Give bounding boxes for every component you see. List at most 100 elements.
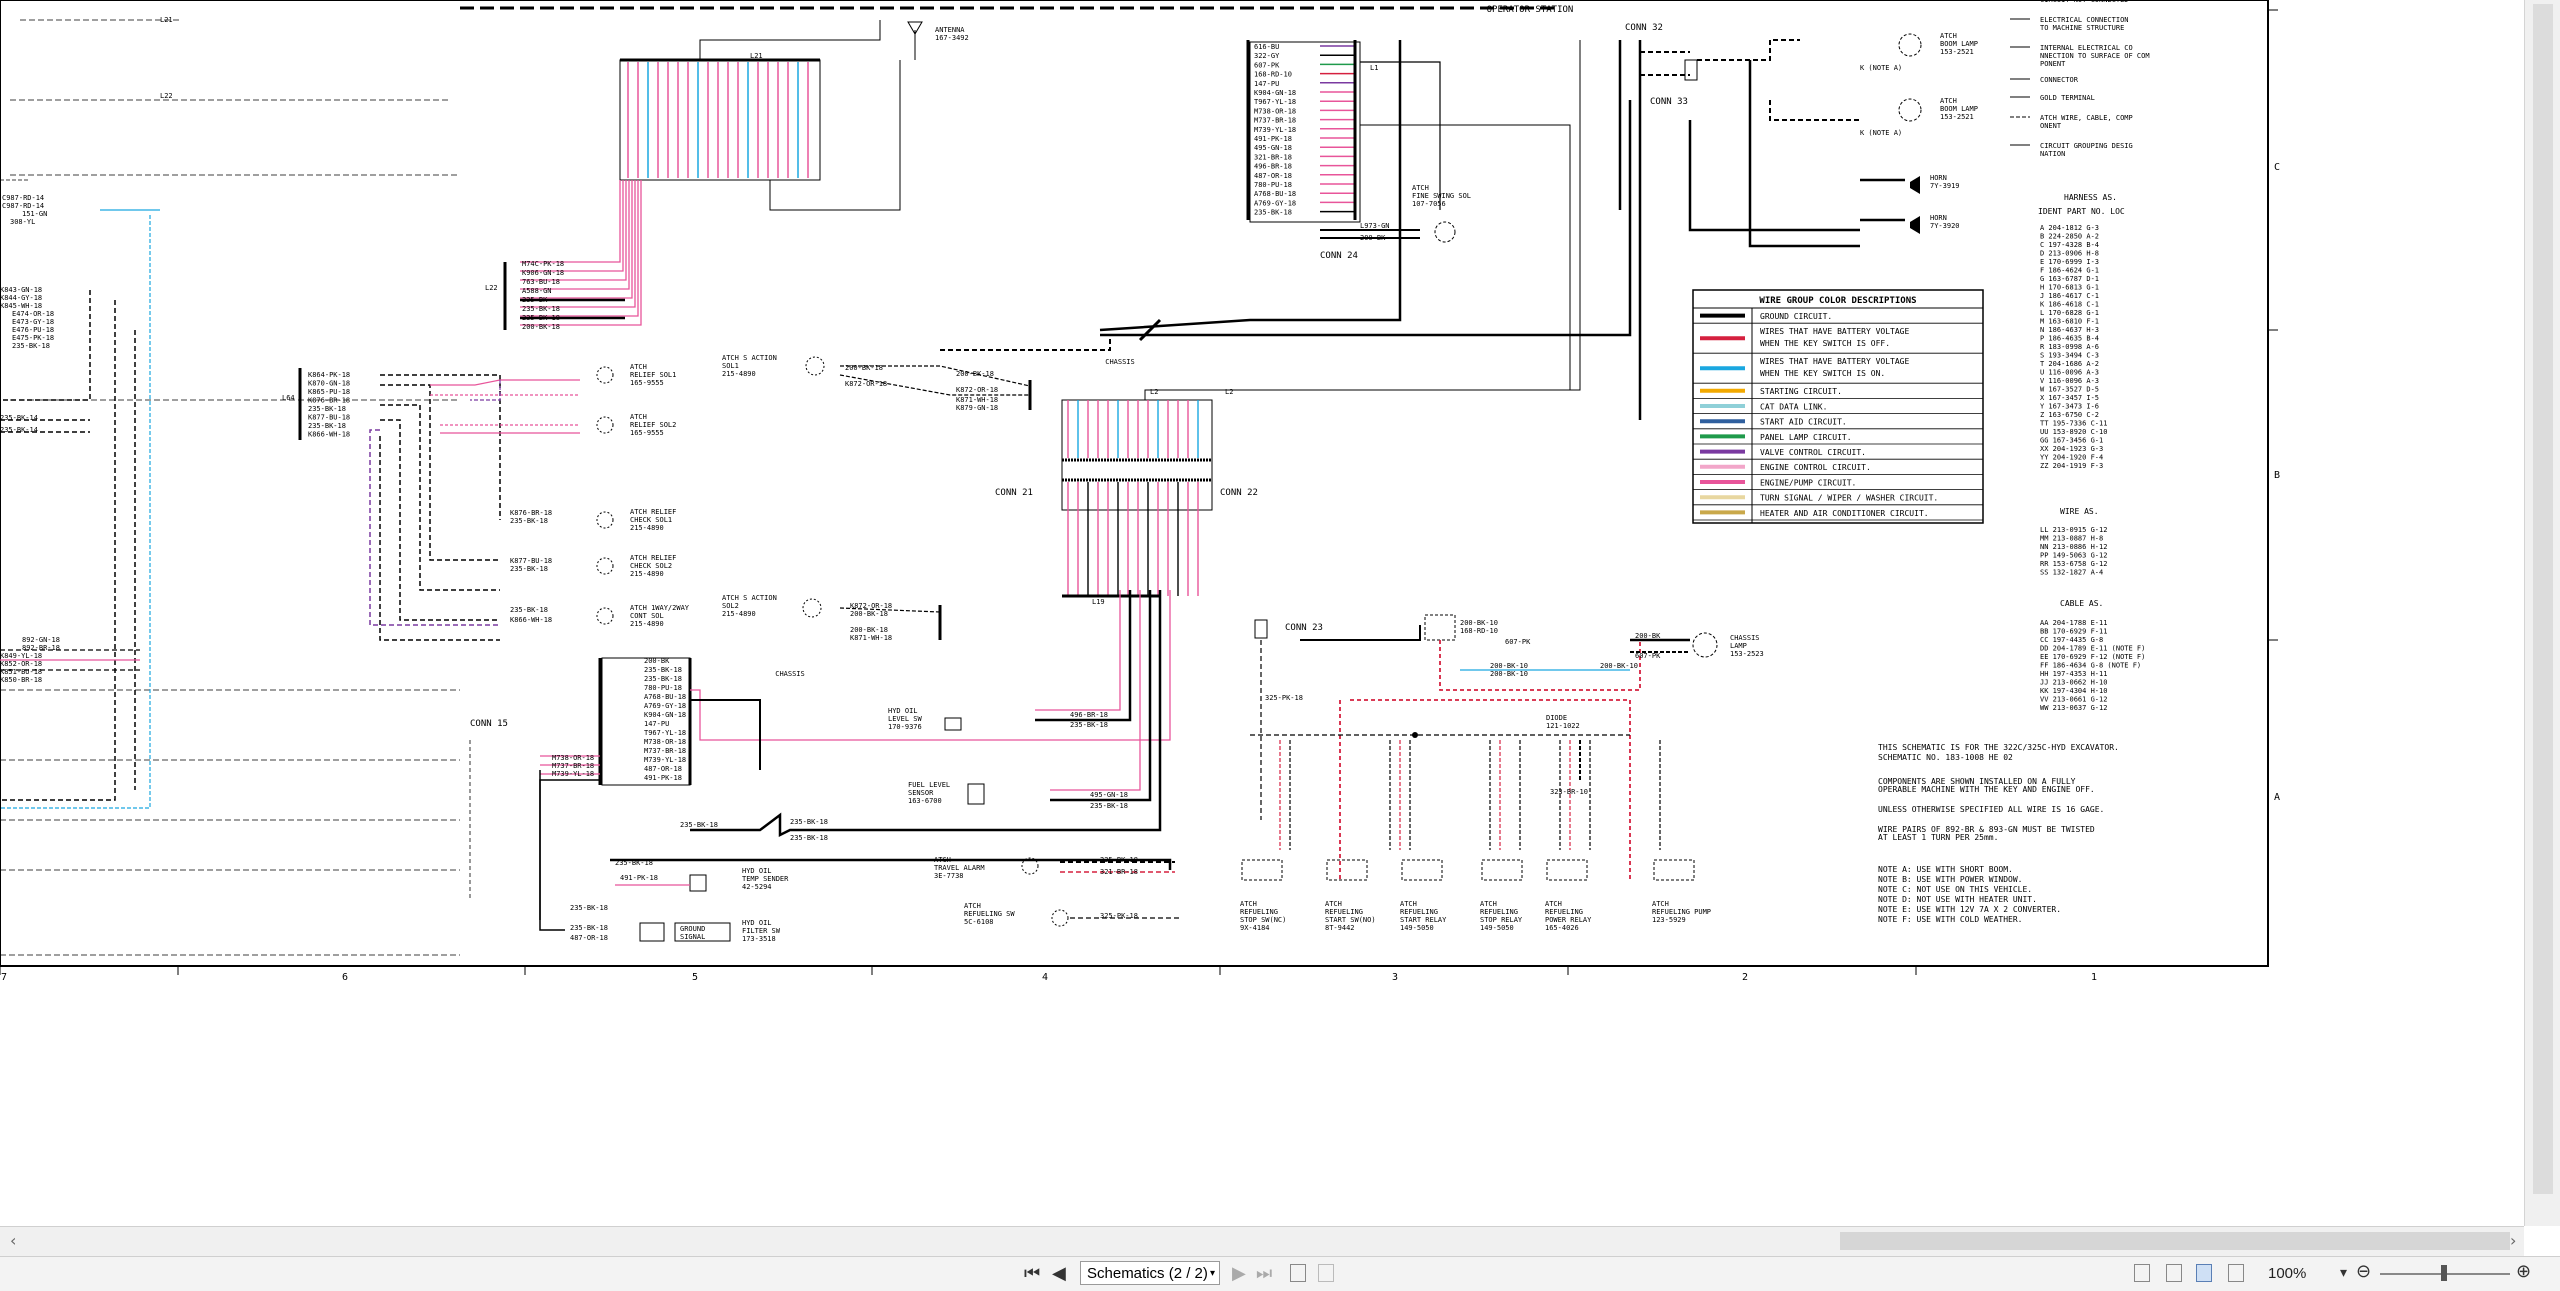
harness-row: R 183-0998 A-6 — [2040, 343, 2099, 351]
wire-label: 235-BK-18 — [1090, 802, 1128, 810]
status-toolbar: ⏮ ◀ Schematics (2 / 2) ▾ ▶ ⏭ 100% ▾ ⊖ ⊕ — [0, 1256, 2560, 1291]
component-label: 215-4890 — [630, 570, 664, 578]
component-label: 149-5050 — [1480, 924, 1514, 932]
component-label: FINE SWING SOL — [1412, 192, 1471, 200]
circuit-label: L64 — [282, 394, 295, 402]
vertical-scrollbar[interactable]: ▴ — [2524, 0, 2560, 1226]
harness-row: Z 163-6750 C-2 — [2040, 411, 2099, 419]
component-label: HORN — [1930, 214, 1947, 222]
component-label: ATCH 1WAY/2WAY — [630, 604, 690, 612]
component-label: ATCH — [630, 363, 647, 371]
component-label: FILTER SW — [742, 927, 781, 935]
wire-label: E476-PU-18 — [12, 326, 54, 334]
two-page-scroll-icon[interactable] — [2228, 1264, 2244, 1282]
vertical-scroll-thumb[interactable] — [2533, 4, 2553, 1194]
schematic-note: AT LEAST 1 TURN PER 25mm. — [1878, 833, 1998, 842]
wire-label: K866-WH-18 — [308, 431, 350, 439]
wire-color-label: WIRES THAT HAVE BATTERY VOLTAGE — [1760, 357, 1909, 366]
previous-page-icon[interactable]: ◀ — [1052, 1263, 1066, 1284]
page-select[interactable]: Schematics (2 / 2) ▾ — [1080, 1261, 1220, 1285]
component-label: RELIEF SOL1 — [630, 371, 676, 379]
wire-label: A769-GY-18 — [644, 702, 686, 710]
wire-label: T967-YL-18 — [644, 729, 686, 737]
cable-as-row: HH 197-4353 H-11 — [2040, 670, 2107, 678]
harness-row: GG 167-3456 G-1 — [2040, 437, 2103, 445]
zoom-in-icon[interactable]: ⊕ — [2516, 1261, 2531, 1282]
wire-color-label: ENGINE CONTROL CIRCUIT. — [1760, 463, 1871, 472]
paste-page-icon[interactable] — [1318, 1264, 1334, 1282]
wire-label: 200-BK-10 — [1460, 619, 1498, 627]
schematic-note: THIS SCHEMATIC IS FOR THE 322C/325C-HYD … — [1878, 743, 2119, 752]
zone-number: 6 — [342, 972, 348, 983]
wire-label: 487-OR-18 — [644, 765, 682, 773]
component-label: REFUELING — [1400, 908, 1438, 916]
wire-label: 200-BK — [1635, 632, 1661, 640]
scroll-right-icon[interactable]: › — [2510, 1231, 2516, 1250]
chevron-down-icon: ▾ — [1209, 1268, 1215, 1279]
legend-symbol-text: ATCH WIRE, CABLE, COMP — [2040, 114, 2133, 122]
first-page-icon[interactable]: ⏮ — [1024, 1263, 1040, 1284]
wire-label: 200-BK-18 — [522, 323, 560, 331]
wire-label: K871-WH-18 — [850, 634, 892, 642]
horizontal-scrollbar[interactable]: ‹ › — [0, 1226, 2524, 1257]
zoom-out-icon[interactable]: ⊖ — [2356, 1261, 2371, 1282]
component-label: 3E-7738 — [934, 872, 964, 880]
wire-label: 235-BK-18 — [644, 675, 682, 683]
harness-row: H 170-6813 G-1 — [2040, 284, 2099, 292]
harness-header: IDENT PART NO. LOC — [2038, 207, 2125, 216]
wire-color-label: WIRES THAT HAVE BATTERY VOLTAGE — [1760, 327, 1909, 336]
copy-page-icon[interactable] — [1290, 1264, 1306, 1282]
conn32-label: CONN 32 — [1625, 23, 1663, 33]
facing-pages-icon[interactable] — [2166, 1264, 2182, 1282]
component-label: ATCH — [934, 856, 951, 864]
component-label: POWER RELAY — [1545, 916, 1592, 924]
wire-label: 200-BK — [1360, 234, 1386, 242]
circuit-label: L22 — [160, 92, 173, 100]
wire-color-label: ENGINE/PUMP CIRCUIT. — [1760, 478, 1856, 487]
wire-label: K872-OR-18 — [845, 380, 887, 388]
wire-label: M737-BR-18 — [644, 747, 686, 755]
zone-letter: A — [2274, 792, 2280, 803]
wire-label: 607-PK — [1254, 61, 1280, 69]
wire-as-row: NN 213-0886 H-12 — [2040, 543, 2107, 551]
last-page-icon[interactable]: ⏭ — [1256, 1263, 1272, 1284]
component-label: TEMP SENDER — [742, 875, 789, 883]
wire-label: 151-GN — [22, 210, 47, 218]
circuit-label: L21 — [160, 16, 173, 24]
component-label: SOL1 — [722, 362, 739, 370]
component-label: START RELAY — [1400, 916, 1447, 924]
wire-label: 321-BR-18 — [1254, 153, 1292, 161]
zone-number: 5 — [692, 972, 698, 983]
conn21-label: CONN 21 — [995, 488, 1033, 498]
zoom-dropdown-icon[interactable]: ▾ — [2340, 1265, 2347, 1281]
wire-label: 168-RD-10 — [1254, 71, 1292, 79]
component-label: ATCH — [964, 902, 981, 910]
wire-label: K844-GY-18 — [0, 294, 42, 302]
zoom-slider-thumb[interactable] — [2441, 1265, 2447, 1281]
continuous-icon[interactable] — [2196, 1264, 2212, 1282]
component-label: CONT SOL — [630, 612, 664, 620]
wire-label: 147-PU — [1254, 80, 1279, 88]
wire-label: 200-BK-10 — [1490, 662, 1528, 670]
single-page-icon[interactable] — [2134, 1264, 2150, 1282]
harness-row: X 167-3457 I-5 — [2040, 394, 2099, 402]
cable-as-row: WW 213-0637 G-12 — [2040, 704, 2107, 712]
horizontal-scroll-thumb[interactable] — [1840, 1232, 2510, 1250]
wire-label: 322-GY — [1254, 52, 1280, 60]
component-label: CHASSIS — [1730, 634, 1760, 642]
schematic-note: NOTE D: NOT USE WITH HEATER UNIT. — [1878, 895, 2037, 904]
wire-label: 321-BR-18 — [1100, 868, 1138, 876]
component-label: HYD OIL — [888, 707, 918, 715]
circuit-label: L1 — [1370, 64, 1378, 72]
component-label: LEVEL SW — [888, 715, 923, 723]
scroll-left-icon[interactable]: ‹ — [10, 1231, 16, 1250]
component-label: 215-4890 — [630, 620, 664, 628]
harness-row: N 186-4637 H-3 — [2040, 326, 2099, 334]
wire-label: 892-BR-18 — [22, 644, 60, 652]
wire-label: K872-OR-18 — [956, 386, 998, 394]
component-label: START SW(NO) — [1325, 916, 1376, 924]
component-label: RELIEF SOL2 — [630, 421, 676, 429]
zoom-level[interactable]: 100% — [2268, 1265, 2306, 1282]
next-page-icon[interactable]: ▶ — [1232, 1263, 1246, 1284]
schematic-viewport[interactable]: OPERATOR STATION 7 6 5 4 3 2 1 C B A L21 L22 C987-RD-… — [0, 0, 2524, 1226]
